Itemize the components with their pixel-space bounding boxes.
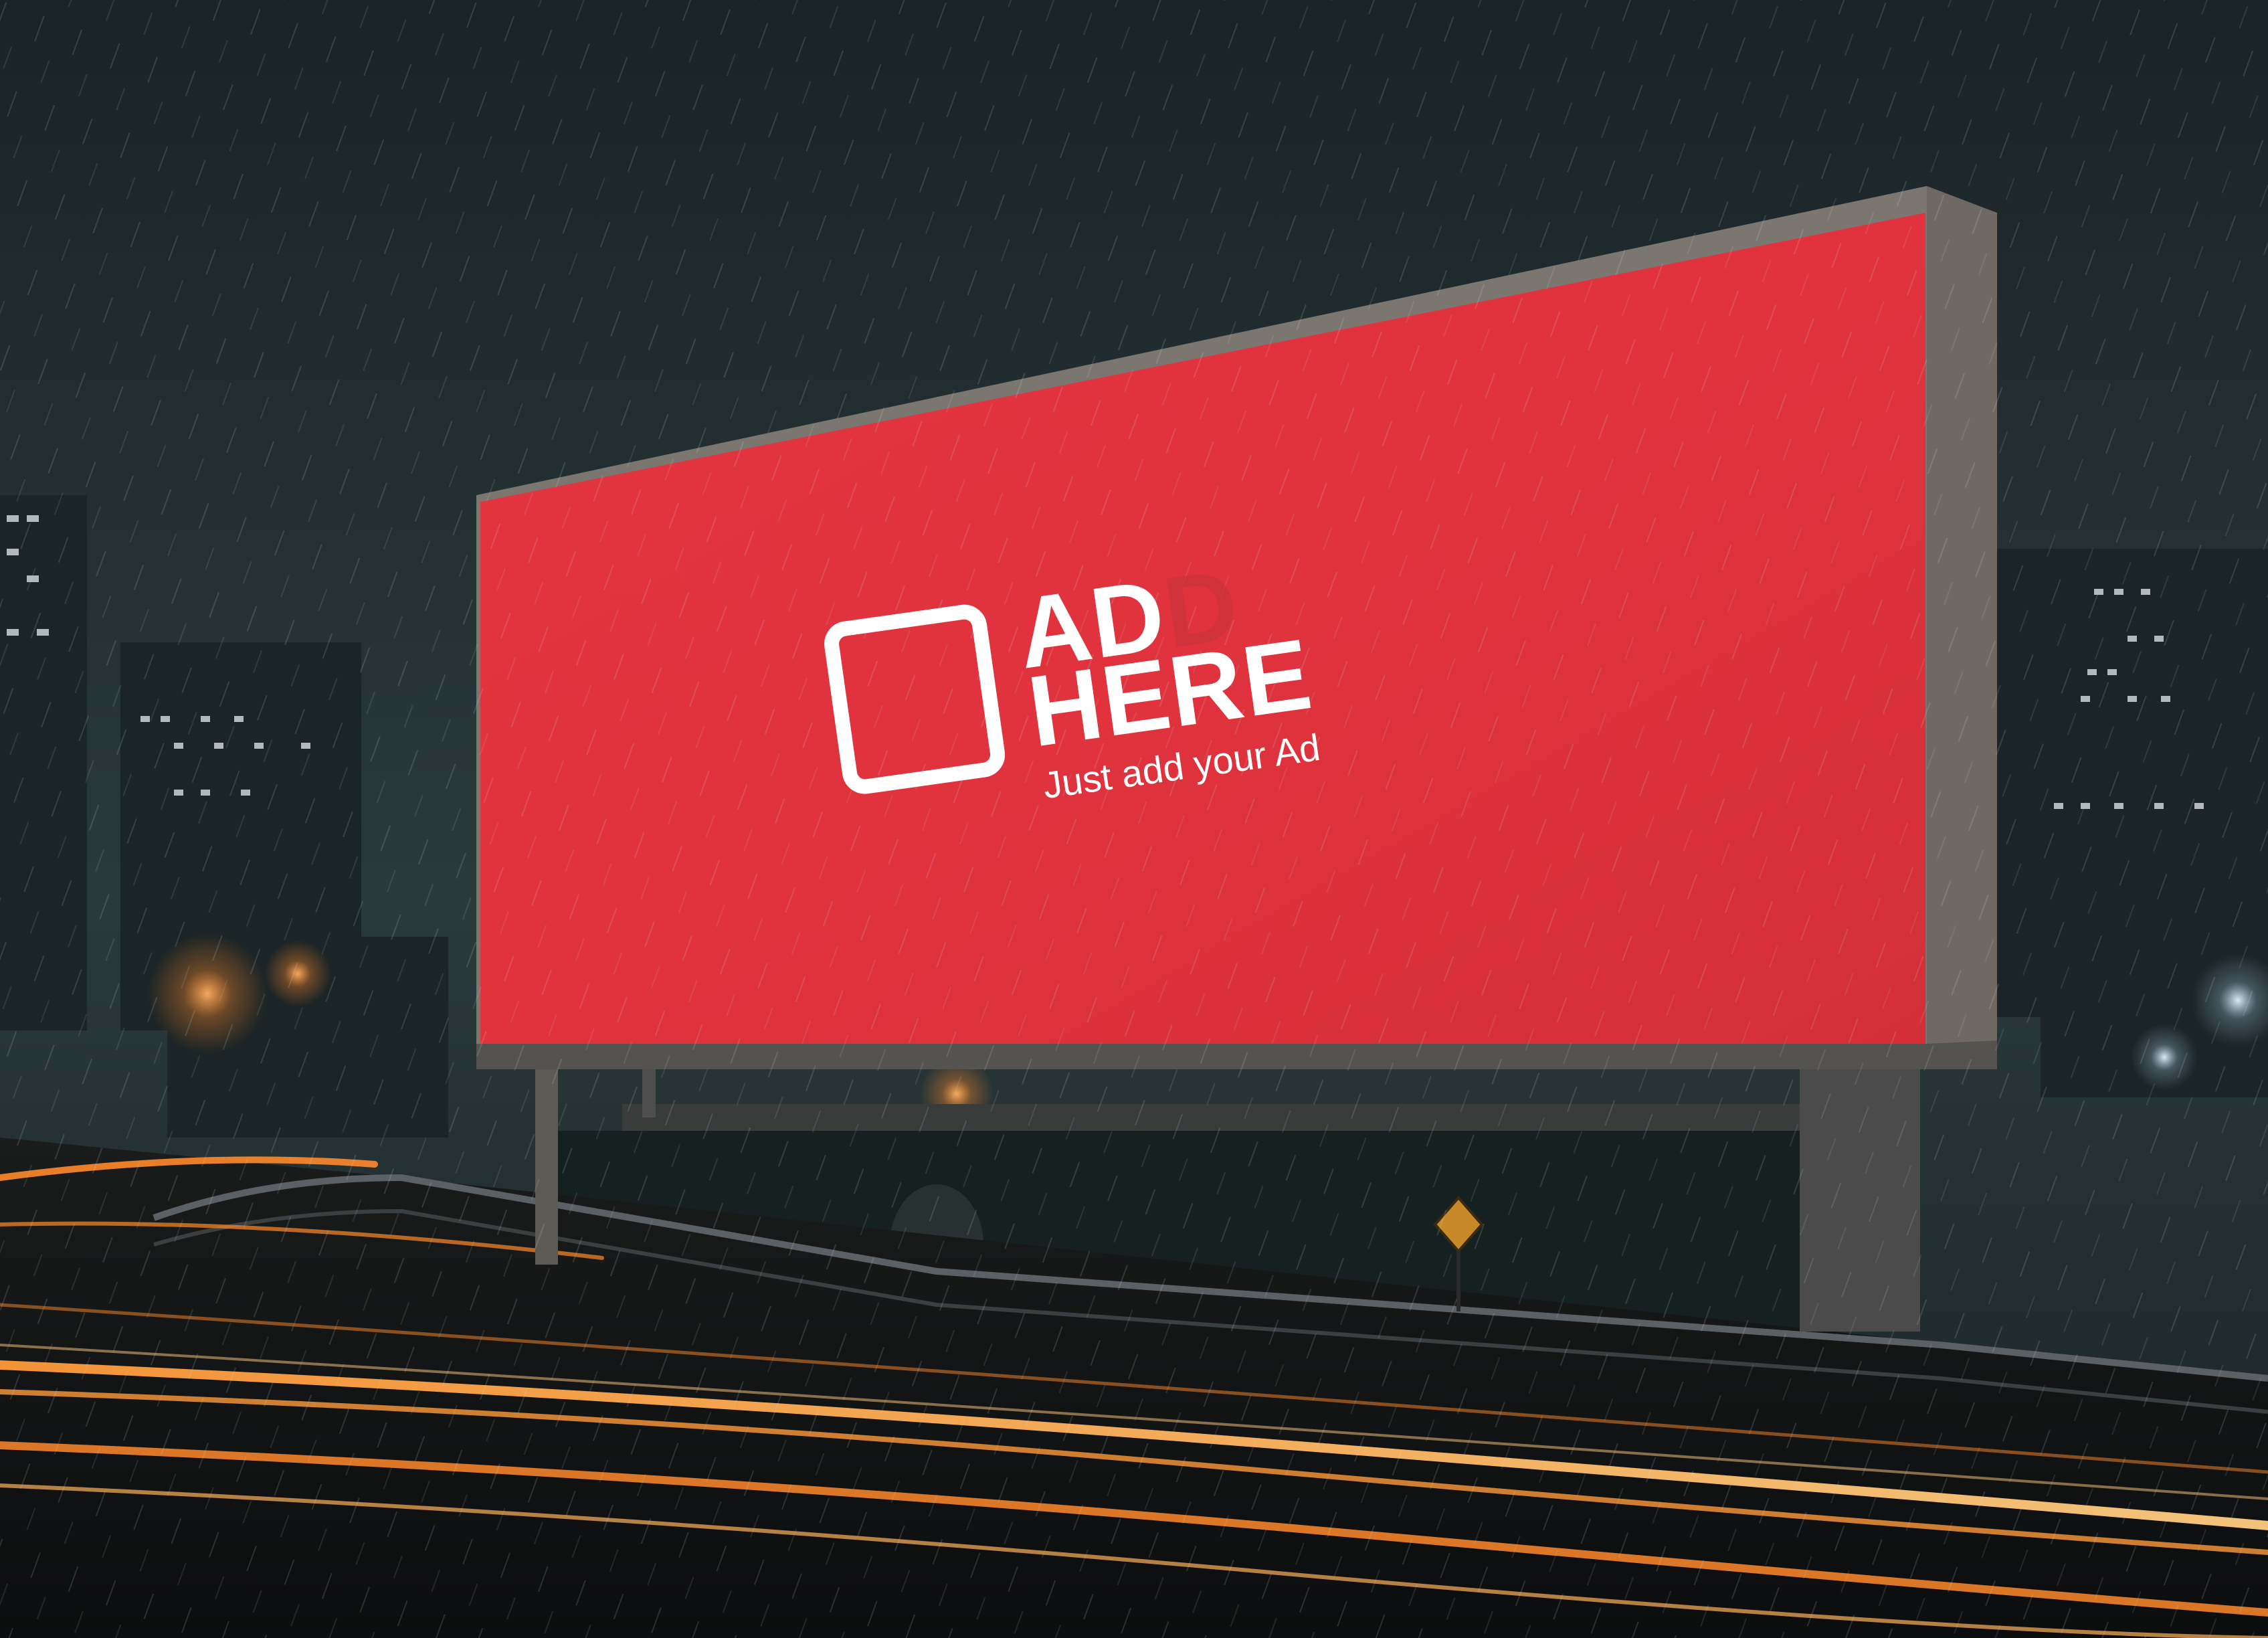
night-rain-scene <box>0 0 2268 1638</box>
rounded-square-icon <box>821 602 1008 797</box>
rain-overlay <box>0 0 2268 1638</box>
